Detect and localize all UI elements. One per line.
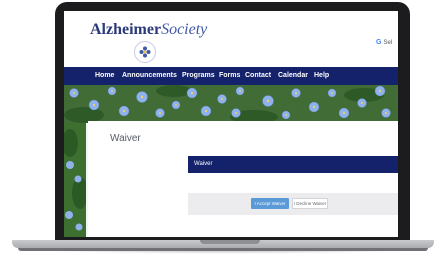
forget-me-not-banner	[64, 85, 398, 123]
main-nav: Home Announcements Programs Forms Contac…	[64, 67, 398, 85]
nav-item-help[interactable]: Help	[314, 67, 329, 85]
translate-widget[interactable]: G Sel	[376, 39, 392, 46]
page-title: Waiver	[110, 133, 141, 144]
waiver-panel-header: Waiver	[188, 156, 398, 173]
nav-item-announcements[interactable]: Announcements	[122, 67, 177, 85]
nav-item-contact[interactable]: Contact	[245, 67, 271, 85]
side-foliage-image	[64, 123, 86, 237]
nav-item-calendar[interactable]: Calendar	[278, 67, 308, 85]
nav-item-home[interactable]: Home	[95, 67, 114, 85]
logo-wordmark[interactable]: AlzheimerSociety	[90, 21, 207, 39]
forget-me-not-emblem-icon	[134, 41, 156, 63]
waiver-panel-body	[188, 173, 398, 193]
accept-waiver-button[interactable]: I Accept Waiver	[251, 198, 289, 209]
waiver-panel-title: Waiver	[194, 161, 213, 167]
translate-label: Sel	[383, 40, 393, 46]
laptop-base-foot	[18, 248, 428, 251]
decline-waiver-button[interactable]: I Decline Waiver	[292, 198, 328, 209]
nav-item-forms[interactable]: Forms	[219, 67, 240, 85]
laptop-base-notch	[200, 240, 260, 244]
logo-word-alzheimer: Alzheimer	[90, 21, 162, 38]
google-g-icon: G	[376, 39, 382, 46]
nav-item-programs[interactable]: Programs	[182, 67, 215, 85]
logo-word-society: Society	[161, 21, 208, 38]
site-header: AlzheimerSociety G Sel	[64, 11, 398, 67]
laptop-screen: AlzheimerSociety G Sel Home Announcements…	[64, 11, 398, 237]
waiver-actions: I Accept Waiver I Decline Waiver	[188, 193, 398, 215]
